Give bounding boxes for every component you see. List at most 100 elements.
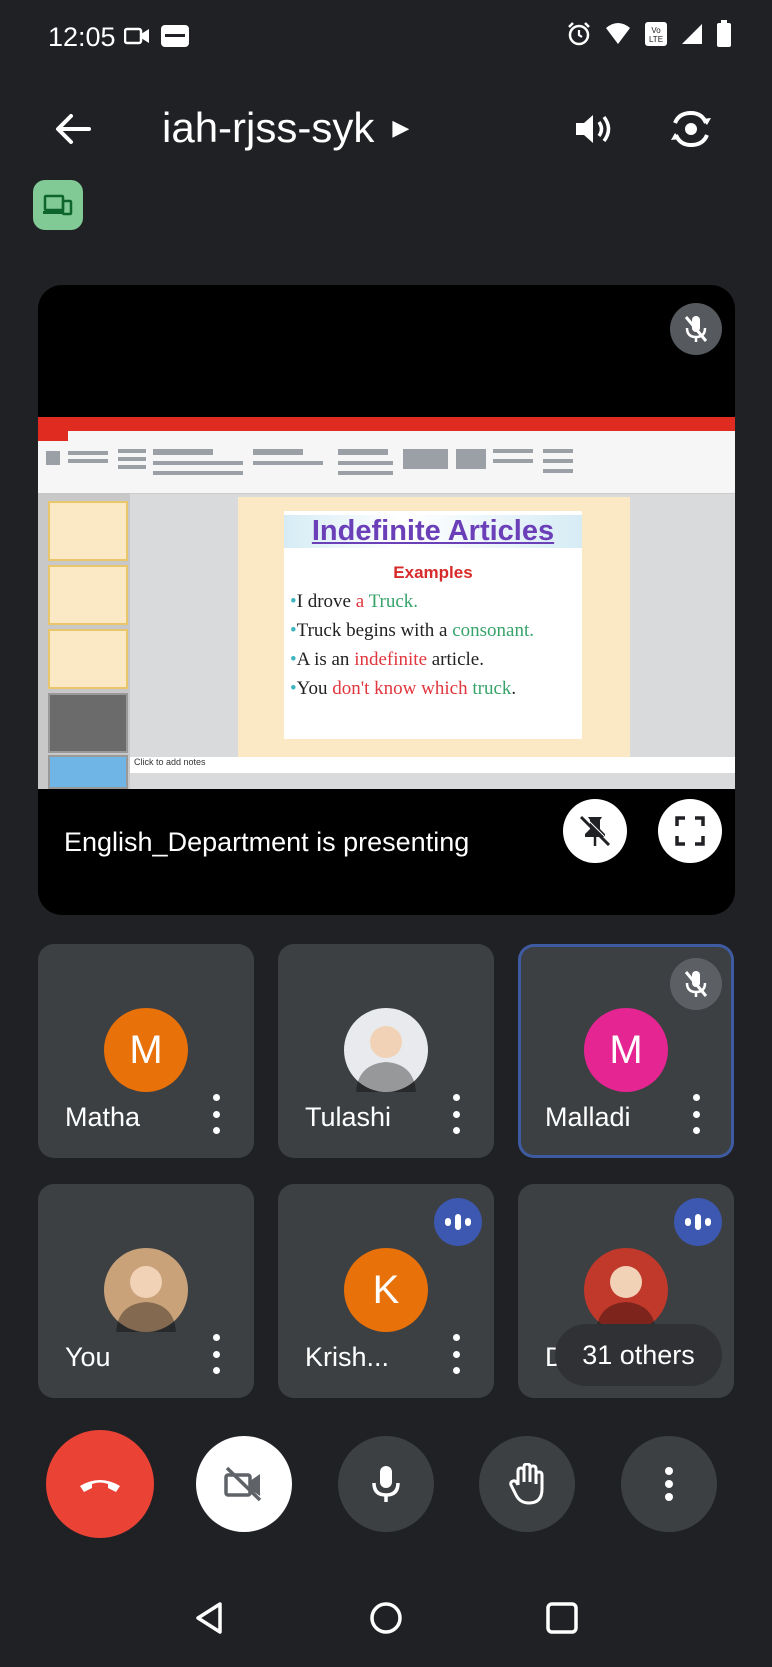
slide-notes: Click to add notes — [130, 757, 735, 773]
participant-tile[interactable]: You — [38, 1184, 254, 1398]
slide-bullet-text: A is an — [296, 649, 355, 670]
presentation-mute-indicator — [670, 303, 722, 355]
slide-bullet: •You don't know which truck. — [290, 678, 516, 700]
end-call-button[interactable] — [46, 1430, 154, 1538]
app-ribbon — [38, 431, 735, 494]
slide-subtitle: Examples — [393, 563, 473, 582]
mic-off-icon — [670, 958, 722, 1010]
switch-camera-icon — [671, 110, 711, 148]
nav-home-icon — [370, 1602, 402, 1634]
participant-tile[interactable]: M Malladi — [518, 944, 734, 1158]
slide-thumbnail — [48, 501, 128, 561]
slide-bullet-text: Truck begins with a — [296, 620, 453, 641]
alarm-icon — [566, 21, 592, 52]
nav-back-icon — [196, 1602, 222, 1634]
shared-screen: Indefinite Articles Examples •I drove a … — [38, 417, 735, 789]
wifi-icon — [604, 22, 632, 51]
current-slide: Indefinite Articles Examples •I drove a … — [238, 497, 630, 773]
more-options-button[interactable] — [621, 1436, 717, 1532]
nav-home-button[interactable] — [368, 1600, 404, 1641]
others-count-button[interactable]: 31 others — [555, 1324, 722, 1386]
switch-camera-button[interactable] — [666, 104, 716, 154]
arrow-left-icon — [56, 114, 91, 144]
participant-tile[interactable]: M Matha — [38, 944, 254, 1158]
avatar-initial: M — [129, 1027, 163, 1072]
app-titlebar — [38, 417, 735, 431]
camera-off-icon — [224, 1466, 262, 1502]
audio-output-button[interactable] — [568, 104, 618, 154]
bullet-icon: • — [290, 678, 297, 699]
speaking-indicator-icon — [434, 1198, 482, 1246]
avatar: K — [344, 1248, 428, 1332]
participant-tile[interactable]: Tulashi — [278, 944, 494, 1158]
raise-hand-button[interactable] — [479, 1436, 575, 1532]
companion-device-icon — [43, 194, 73, 216]
slide-bullet-text: You — [296, 678, 333, 699]
companion-device-badge[interactable] — [33, 180, 83, 230]
slide-bullet-text: consonant. — [452, 620, 534, 641]
avatar-initial: M — [609, 1027, 643, 1072]
avatar-initial: K — [372, 1267, 400, 1312]
participant-more-button[interactable] — [206, 1094, 226, 1134]
back-button[interactable] — [48, 104, 98, 154]
slide-bullet-text: . — [511, 678, 517, 699]
slide-bullet-text: Truck. — [368, 591, 419, 612]
bullet-icon: • — [290, 620, 297, 641]
presenter-label: English_Department is presenting — [64, 827, 470, 857]
participant-more-button[interactable] — [206, 1334, 226, 1374]
fullscreen-button[interactable] — [658, 799, 722, 863]
participant-more-button[interactable] — [686, 1094, 706, 1134]
nav-recents-icon — [546, 1602, 578, 1634]
avatar — [584, 1248, 668, 1332]
speaking-indicator-icon — [674, 1198, 722, 1246]
battery-icon — [716, 20, 732, 53]
avatar: M — [104, 1008, 188, 1092]
slide-bullet-text: don't know which — [332, 678, 473, 699]
nav-back-button[interactable] — [192, 1600, 228, 1641]
unpin-icon — [579, 814, 612, 847]
meeting-code-button[interactable]: iah-rjss-syk ▶ — [162, 104, 409, 152]
signal-icon — [680, 22, 704, 51]
participant-name: Tulashi — [305, 1102, 392, 1132]
slide-bullet-text: indefinite — [354, 649, 427, 670]
slide-bullet-text: truck — [472, 678, 512, 699]
slide-bullet: •I drove a Truck. — [290, 591, 418, 613]
slide-thumbnail — [48, 755, 128, 789]
notification-icon — [160, 24, 190, 53]
slide-title: Indefinite Articles — [284, 515, 582, 548]
slide-bullet-text: I drove — [296, 591, 356, 612]
participant-more-button[interactable] — [446, 1094, 466, 1134]
slide-bullet-text: a — [355, 591, 369, 612]
camera-toggle-button[interactable] — [196, 1436, 292, 1532]
slide-thumbnail — [48, 629, 128, 689]
meeting-code: iah-rjss-syk — [162, 104, 375, 151]
microphone-icon — [372, 1466, 400, 1502]
avatar — [344, 1008, 428, 1092]
caret-right-icon: ▶ — [392, 115, 410, 140]
participant-name: Malladi — [545, 1102, 631, 1132]
volte-icon: Vo LTE — [644, 21, 668, 52]
others-count: 31 others — [582, 1339, 695, 1370]
participant-name: You — [65, 1342, 111, 1372]
nav-recents-button[interactable] — [544, 1600, 580, 1641]
microphone-button[interactable] — [338, 1436, 434, 1532]
participant-name: Matha — [65, 1102, 141, 1132]
presentation-panel[interactable]: Indefinite Articles Examples •I drove a … — [38, 285, 735, 915]
notes-placeholder: Click to add notes — [134, 757, 206, 767]
avatar: M — [584, 1008, 668, 1092]
slide-bullet: •A is an indefinite article. — [290, 649, 484, 671]
status-icons-group: Vo LTE — [566, 20, 732, 53]
avatar — [104, 1248, 188, 1332]
slide-thumbnails — [38, 493, 130, 789]
fullscreen-icon — [675, 816, 705, 846]
svg-text:LTE: LTE — [649, 35, 663, 44]
unpin-button[interactable] — [563, 799, 627, 863]
phone-hangup-icon — [80, 1480, 120, 1492]
video-camera-icon — [123, 26, 150, 51]
bullet-icon: • — [290, 649, 297, 670]
participant-more-button[interactable] — [446, 1334, 466, 1374]
participant-tile[interactable]: K Krish... — [278, 1184, 494, 1398]
slide-bullet-text: article. — [427, 649, 484, 670]
more-vert-icon — [665, 1467, 673, 1501]
hand-icon — [509, 1463, 544, 1505]
